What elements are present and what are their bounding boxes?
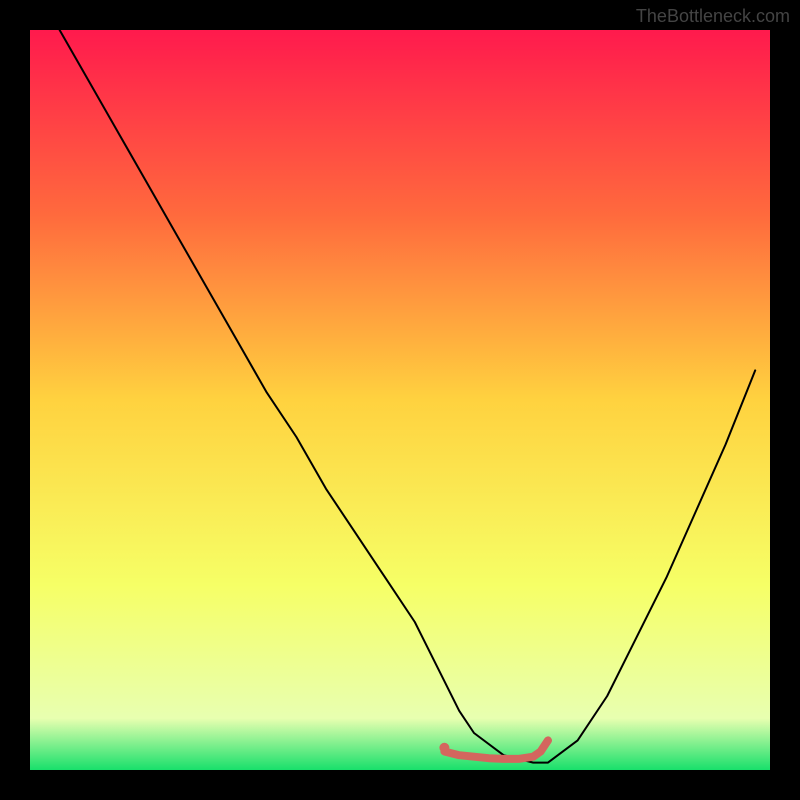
series-bottleneck-curve bbox=[60, 30, 756, 763]
plot-overlay bbox=[30, 30, 770, 770]
plot-area bbox=[30, 30, 770, 770]
highlight-point bbox=[439, 743, 449, 753]
attribution-label: TheBottleneck.com bbox=[636, 6, 790, 27]
chart-root: TheBottleneck.com bbox=[0, 0, 800, 800]
